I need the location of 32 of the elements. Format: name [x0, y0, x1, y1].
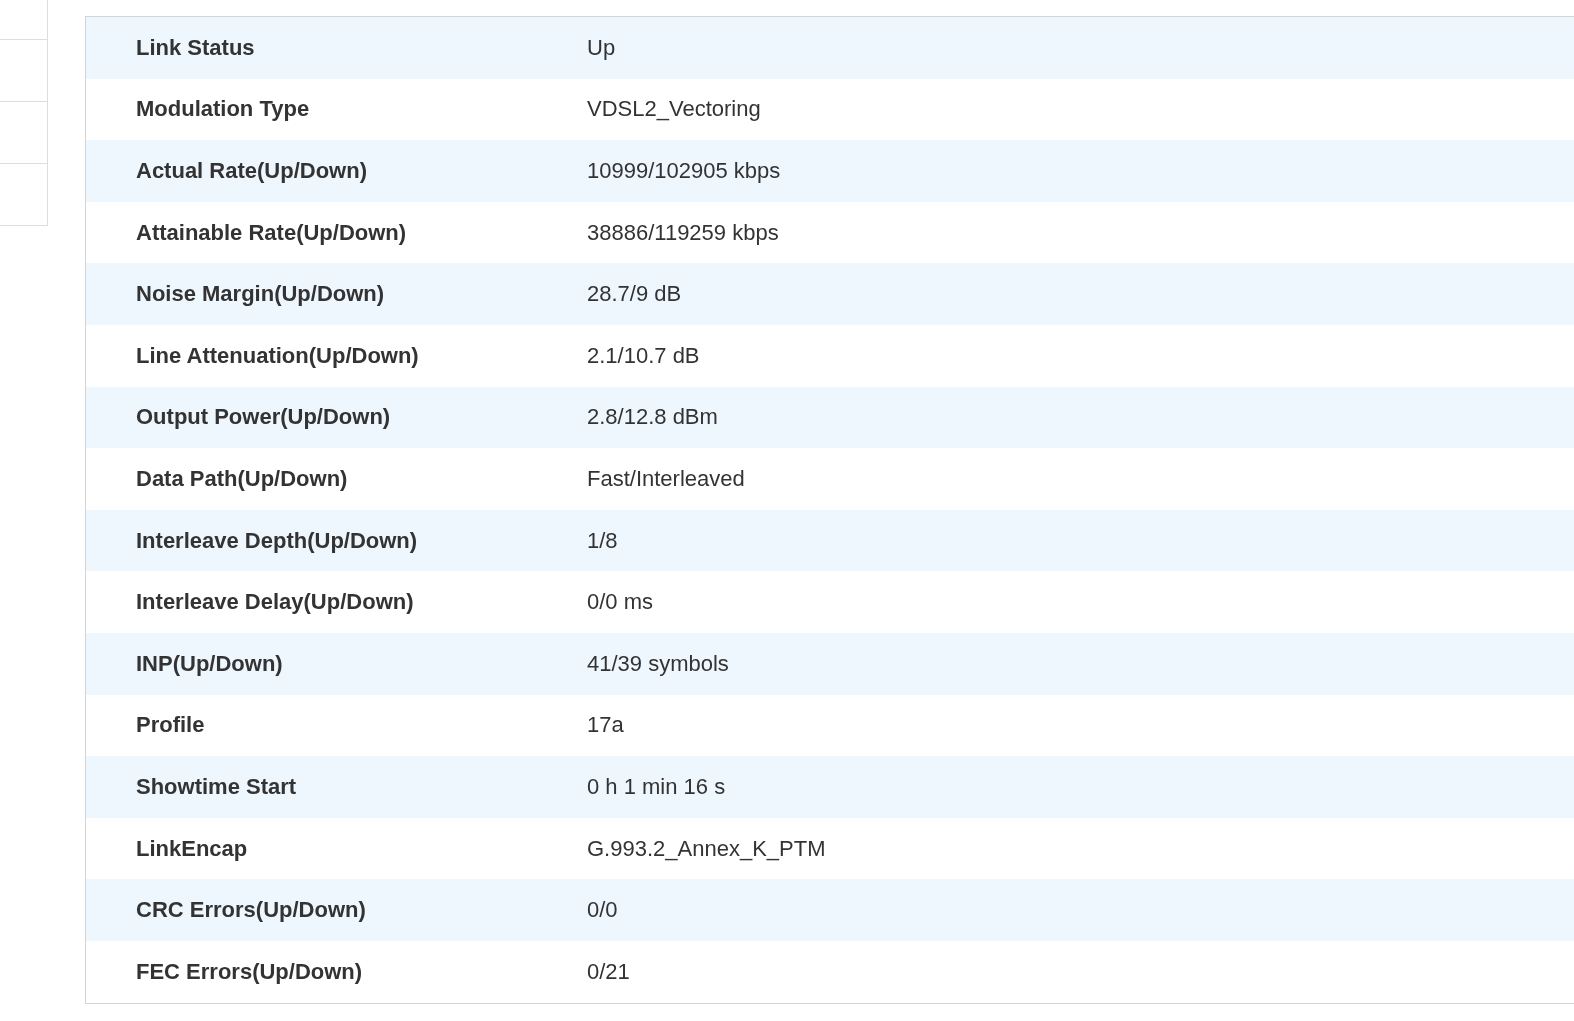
row-value: 2.8/12.8 dBm [587, 404, 718, 431]
row-label: CRC Errors(Up/Down) [136, 897, 367, 924]
row-label: LinkEncap [136, 835, 249, 862]
row-label: Interleave Depth(Up/Down) [136, 527, 419, 554]
row-label: Actual Rate(Up/Down) [136, 158, 368, 184]
row-value: 28.7/9 dB [587, 281, 682, 308]
row-value: 41/39 symbols [587, 650, 729, 677]
row-label: Attainable Rate(Up/Down) [136, 219, 408, 246]
row-label: Noise Margin(Up/Down) [136, 281, 386, 308]
row-value: VDSL2_Vectoring [587, 96, 761, 123]
row-label: Output Power(Up/Down) [136, 404, 392, 431]
row-value: 38886/119259 kbps [587, 219, 779, 246]
row-label: Profile [136, 712, 206, 739]
row-label: Interleave Delay(Up/Down) [136, 589, 415, 616]
row-label: INP(Up/Down) [136, 650, 284, 677]
row-value: 0/0 [587, 897, 618, 924]
row-label: FEC Errors(Up/Down) [136, 958, 364, 985]
row-value: Fast/Interleaved [587, 465, 745, 492]
row-value: 2.1/10.7 dB [587, 342, 700, 369]
row-label: Showtime Start [136, 773, 298, 800]
row-value: 10999/102905 kbps [587, 158, 781, 184]
row-value: 0/0 ms [587, 589, 654, 616]
row-value: 0/21 [587, 958, 630, 985]
row-label: Link Status [136, 34, 256, 61]
row-value: 17a [587, 712, 624, 739]
row-label: Line Attenuation(Up/Down) [136, 342, 420, 369]
row-value: 1/8 [587, 527, 618, 554]
row-value: Up [587, 34, 616, 61]
row-label: Modulation Type [136, 96, 311, 123]
row-value: 0 h 1 min 16 s [587, 773, 726, 800]
row-value: G.993.2_Annex_K_PTM [587, 835, 826, 862]
row-label: Data Path(Up/Down) [136, 465, 349, 492]
